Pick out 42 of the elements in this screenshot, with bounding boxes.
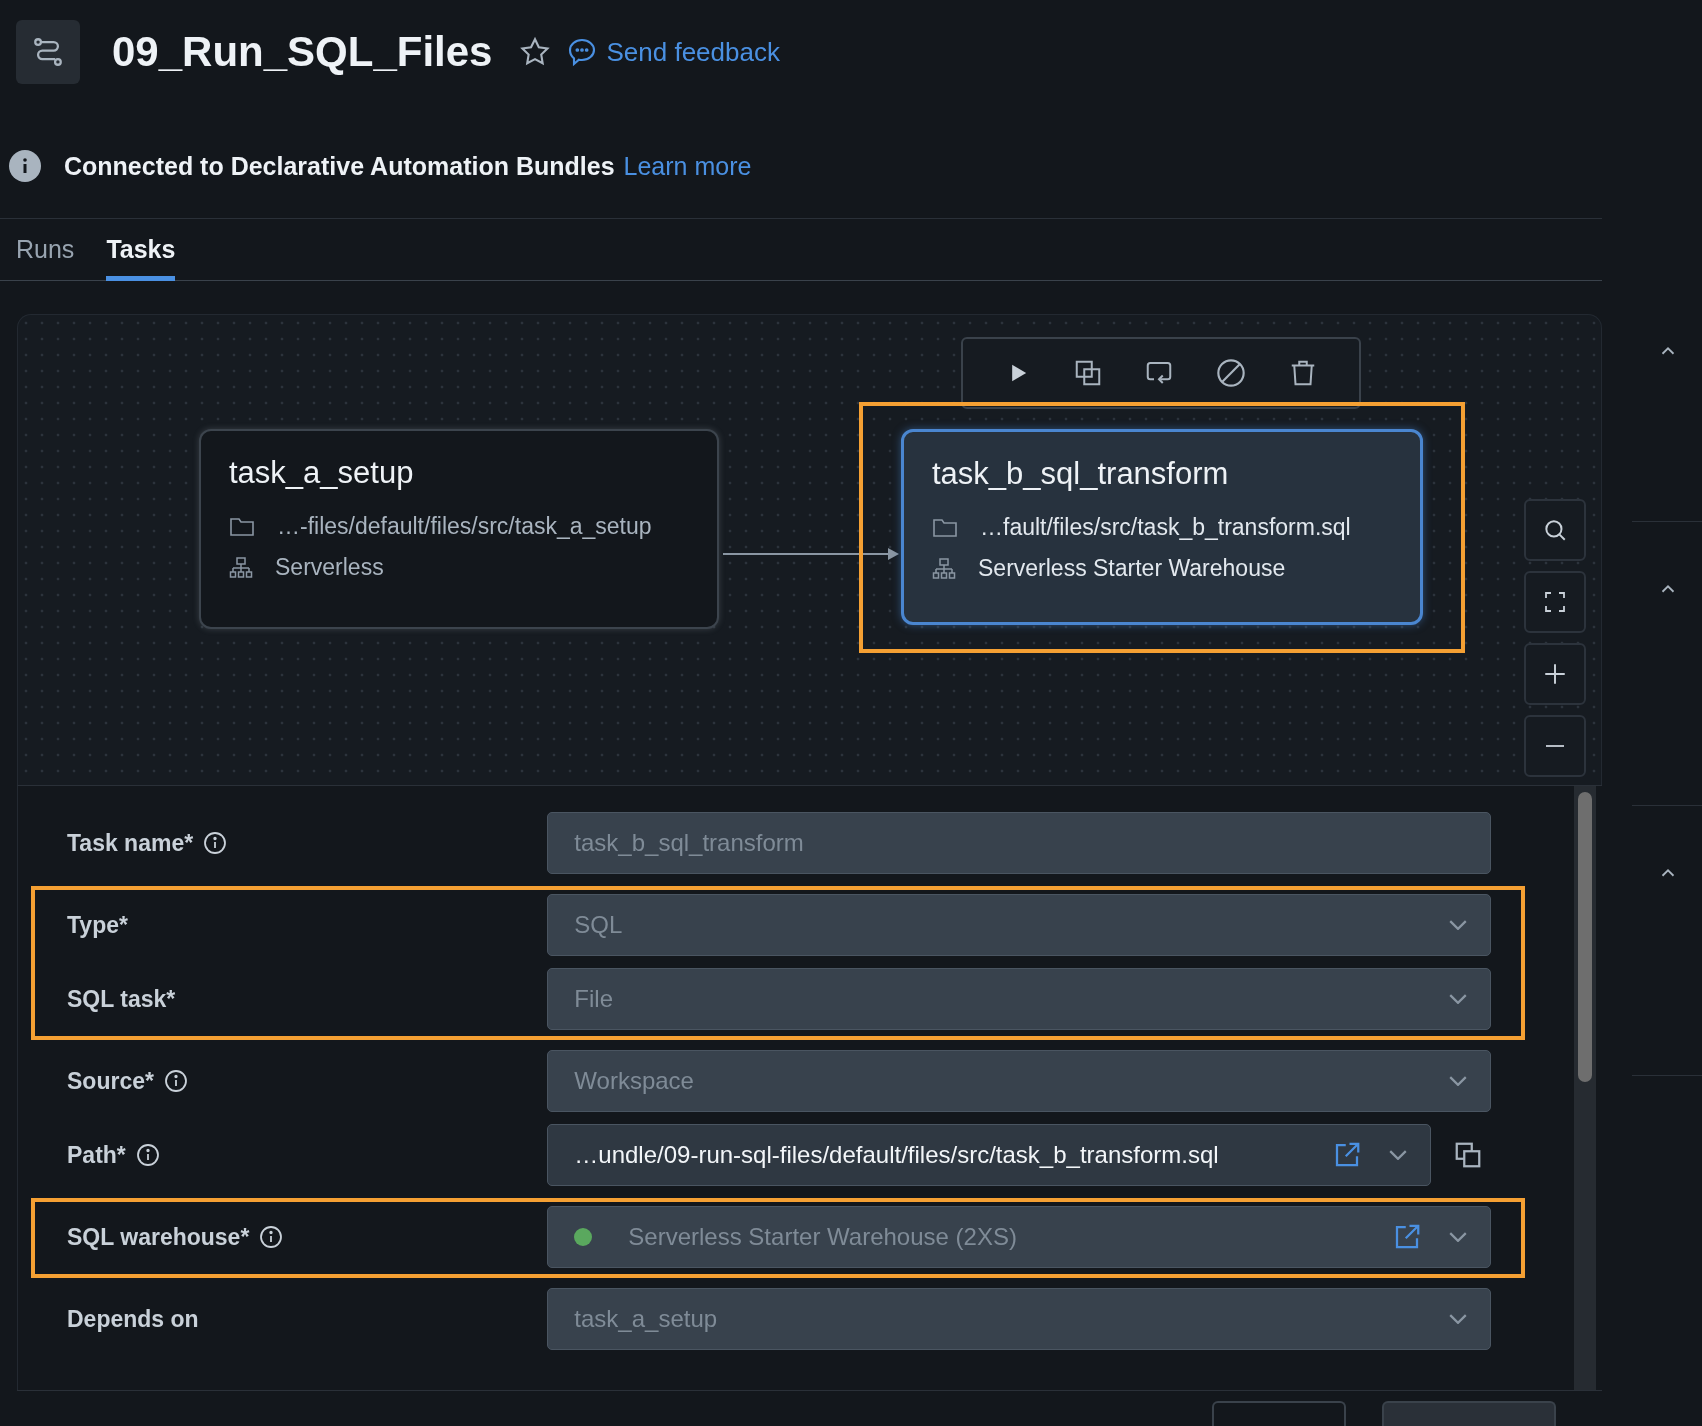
chevron-down-icon xyxy=(1388,1150,1408,1160)
field-label: Source* xyxy=(67,1067,154,1095)
field-label: SQL warehouse* xyxy=(67,1223,250,1251)
scrollbar[interactable] xyxy=(1578,792,1592,1082)
folder-icon xyxy=(229,515,255,538)
disable-icon[interactable] xyxy=(1215,357,1248,389)
tab[interactable]: Runs xyxy=(16,235,75,281)
field-label: Type* xyxy=(67,911,128,939)
plus-icon xyxy=(1542,661,1568,687)
search-icon xyxy=(1542,517,1568,543)
task-path: …-files/default/files/src/task_a_setup xyxy=(277,513,652,540)
search-button[interactable] xyxy=(1524,499,1586,561)
field-label: Path* xyxy=(67,1141,126,1169)
workflow-icon xyxy=(16,20,80,84)
chevron-down-icon xyxy=(1448,1232,1468,1242)
tab[interactable]: Tasks xyxy=(106,235,176,281)
chevron-down-icon xyxy=(1448,1314,1468,1324)
hierarchy-icon xyxy=(932,556,956,581)
fit-view-button[interactable] xyxy=(1524,571,1586,633)
chevron-down-icon xyxy=(1448,1076,1468,1086)
send-feedback-link[interactable]: Send feedback xyxy=(566,36,780,68)
compute-name: Serverless xyxy=(275,554,384,581)
banner-text: Connected to Declarative Automation Bundles xyxy=(64,151,615,181)
info-icon xyxy=(8,149,42,183)
chevron-down-icon xyxy=(1448,994,1468,1004)
field-label: SQL task* xyxy=(67,985,176,1013)
task-name: task_a_setup xyxy=(229,455,415,491)
learn-more-link[interactable]: Learn more xyxy=(623,151,752,181)
folder-icon xyxy=(932,516,958,539)
task-node[interactable]: task_a_setup …-files/default/files/src/task_a_setup Serverless xyxy=(199,429,719,629)
hierarchy-icon xyxy=(229,555,253,580)
field-label: Task name* xyxy=(67,829,194,857)
fullscreen-icon xyxy=(1543,590,1567,614)
copy-icon[interactable] xyxy=(1453,1140,1483,1170)
chevron-down-icon xyxy=(1448,920,1468,930)
task-node[interactable]: task_b_sql_transform …fault/files/src/task_b_transform.sql Serverless Starter Warehouse xyxy=(901,429,1423,625)
task-name: task_b_sql_transform xyxy=(932,456,1230,492)
field-label: Depends on xyxy=(67,1305,199,1333)
compute-name: Serverless Starter Warehouse xyxy=(978,555,1286,582)
task-path: …fault/files/src/task_b_transform.sql xyxy=(980,514,1351,541)
select-field[interactable]: …undle/09-run-sql-files/default/files/src/task_b_transform.sql xyxy=(547,1124,1431,1186)
page-title: 09_Run_SQL_Files xyxy=(112,28,493,76)
